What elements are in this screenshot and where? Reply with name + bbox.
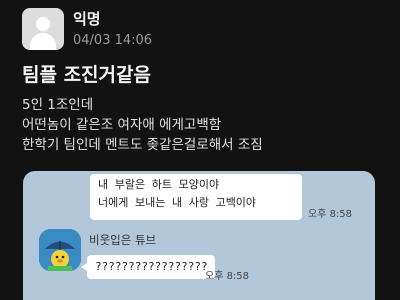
chat-screenshot: 내 부랄은 하트 모양이야 너에게 보내는 내 사랑 고백이야 오후 8:58 … [23, 171, 375, 300]
body-line: 5인 1조인데 [22, 97, 94, 113]
anonymous-avatar-icon [22, 8, 64, 50]
tube-duck-umbrella-icon [39, 229, 81, 271]
outgoing-message-time: 오후 8:58 [308, 209, 353, 220]
author-name: 익명 [73, 10, 101, 28]
avatar-head [36, 17, 50, 31]
post-body: 5인 1조인데 어떤놈이 같은조 여자애 에게고백함 한학기 팀인데 멘트도 좆… [22, 95, 382, 155]
post-date: 04/03 14:06 [73, 33, 153, 48]
incoming-message-time: 오후 8:58 [205, 271, 250, 282]
sender-name: 비웃입은 튜브 [89, 233, 157, 247]
outgoing-message-bubble: 내 부랄은 하트 모양이야 너에게 보내는 내 사랑 고백이야 [90, 174, 302, 220]
body-line: 한학기 팀인데 멘트도 좆같은걸로해서 조짐 [22, 137, 263, 153]
incoming-message-bubble: ????????????????? [81, 255, 215, 279]
body-line: 어떤놈이 같은조 여자애 에게고백함 [22, 117, 222, 133]
outgoing-message-line: 너에게 보내는 내 사랑 고백이야 [98, 196, 257, 209]
post-header: 익명 04/03 14:06 [22, 8, 382, 52]
avatar-body [30, 33, 56, 50]
post-title: 팀플 조진거같음 [22, 64, 151, 86]
outgoing-message-line: 내 부랄은 하트 모양이야 [98, 178, 220, 191]
